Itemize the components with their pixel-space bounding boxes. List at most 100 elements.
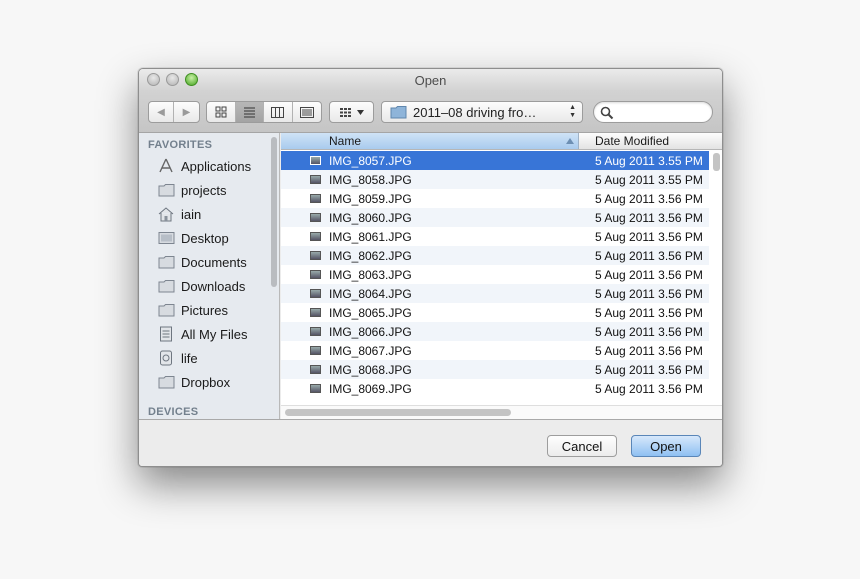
coverflow-view-button[interactable] — [293, 102, 321, 122]
image-file-icon — [310, 251, 321, 260]
sidebar-item-label: Downloads — [181, 278, 246, 294]
sidebar-item-life[interactable]: life — [157, 347, 198, 369]
sidebar-item-dropbox[interactable]: Dropbox — [157, 371, 230, 393]
file-row[interactable]: IMG_8058.JPG 5 Aug 2011 3.55 PM — [281, 170, 709, 189]
location-label: 2011–08 driving fro… — [413, 104, 537, 120]
sidebar-item-label: Pictures — [181, 302, 228, 318]
image-file-icon — [310, 384, 321, 393]
open-button[interactable]: Open — [631, 435, 701, 457]
sidebar-item-label: Documents — [181, 254, 247, 270]
file-name: IMG_8068.JPG — [329, 363, 412, 377]
sidebar-item-documents[interactable]: Documents — [157, 251, 247, 273]
file-name: IMG_8061.JPG — [329, 230, 412, 244]
column-view-icon — [271, 106, 285, 118]
forward-button[interactable]: ▶ — [174, 102, 199, 122]
file-row[interactable]: IMG_8066.JPG 5 Aug 2011 3.56 PM — [281, 322, 709, 341]
file-row[interactable]: IMG_8067.JPG 5 Aug 2011 3.56 PM — [281, 341, 709, 360]
file-row[interactable]: IMG_8063.JPG 5 Aug 2011 3.56 PM — [281, 265, 709, 284]
image-file-icon — [310, 213, 321, 222]
archive-icon — [157, 350, 175, 366]
file-name: IMG_8062.JPG — [329, 249, 412, 263]
sidebar-item-label: All My Files — [181, 326, 248, 342]
sort-ascending-icon — [566, 138, 574, 144]
file-list-vertical-scrollbar[interactable] — [713, 153, 720, 171]
file-date-modified: 5 Aug 2011 3.56 PM — [595, 192, 703, 206]
sidebar-item-desktop[interactable]: Desktop — [157, 227, 229, 249]
date-column-label: Date Modified — [595, 134, 670, 148]
sidebar-item-label: iain — [181, 206, 202, 222]
sidebar-item-all-my-files[interactable]: All My Files — [157, 323, 247, 345]
file-date-modified: 5 Aug 2011 3.56 PM — [595, 382, 703, 396]
list-view-button[interactable] — [235, 102, 264, 122]
file-row[interactable]: IMG_8060.JPG 5 Aug 2011 3.56 PM — [281, 208, 709, 227]
sidebar-item-downloads[interactable]: Downloads — [157, 275, 245, 297]
sidebar-scrollbar[interactable] — [271, 137, 277, 287]
sidebar-item-projects[interactable]: projects — [157, 179, 227, 201]
sidebar-item-label: Applications — [181, 158, 252, 174]
popup-arrows-icon: ▲ ▼ — [569, 104, 576, 119]
file-date-modified: 5 Aug 2011 3.56 PM — [595, 363, 703, 377]
image-file-icon — [310, 175, 321, 184]
file-name: IMG_8065.JPG — [329, 306, 412, 320]
image-file-icon — [310, 270, 321, 279]
desktop-icon — [157, 230, 175, 246]
sidebar-item-label: Desktop — [181, 230, 229, 246]
sidebar-item-applications[interactable]: Applications — [157, 155, 251, 177]
coverflow-view-icon — [299, 106, 314, 118]
chevron-down-icon — [356, 109, 364, 115]
back-arrow-icon: ◀ — [157, 106, 165, 118]
file-date-modified: 5 Aug 2011 3.56 PM — [595, 306, 703, 320]
list-view-icon — [243, 107, 255, 118]
file-date-modified: 5 Aug 2011 3.56 PM — [595, 211, 703, 225]
sidebar-item-pictures[interactable]: Pictures — [157, 299, 228, 321]
icon-view-button[interactable] — [207, 102, 236, 122]
file-list-horizontal-scroll-track — [281, 405, 722, 419]
toolbar: ◀ ▶ 2011–08 driving fro… ▲ ▼ — [139, 91, 722, 133]
forward-arrow-icon: ▶ — [182, 106, 191, 118]
search-field[interactable] — [593, 101, 713, 123]
file-name: IMG_8060.JPG — [329, 211, 412, 225]
file-date-modified: 5 Aug 2011 3.56 PM — [595, 230, 703, 244]
file-row[interactable]: IMG_8057.JPG 5 Aug 2011 3.55 PM — [281, 151, 709, 170]
file-name: IMG_8057.JPG — [329, 154, 412, 168]
file-row[interactable]: IMG_8065.JPG 5 Aug 2011 3.56 PM — [281, 303, 709, 322]
column-view-button[interactable] — [264, 102, 293, 122]
file-row[interactable]: IMG_8068.JPG 5 Aug 2011 3.56 PM — [281, 360, 709, 379]
file-date-modified: 5 Aug 2011 3.56 PM — [595, 287, 703, 301]
file-name: IMG_8063.JPG — [329, 268, 412, 282]
home-icon — [157, 206, 175, 222]
file-row[interactable]: IMG_8064.JPG 5 Aug 2011 3.56 PM — [281, 284, 709, 303]
name-column-label: Name — [329, 134, 362, 148]
applications-icon — [157, 158, 175, 174]
arrange-by-button[interactable] — [329, 101, 374, 123]
file-row[interactable]: IMG_8069.JPG 5 Aug 2011 3.56 PM — [281, 379, 709, 398]
file-list-horizontal-scrollbar[interactable] — [285, 409, 511, 416]
image-file-icon — [310, 232, 321, 241]
file-row[interactable]: IMG_8062.JPG 5 Aug 2011 3.56 PM — [281, 246, 709, 265]
file-date-modified: 5 Aug 2011 3.55 PM — [595, 173, 703, 187]
file-date-modified: 5 Aug 2011 3.56 PM — [595, 249, 703, 263]
back-forward-control: ◀ ▶ — [148, 101, 200, 123]
file-row[interactable]: IMG_8059.JPG 5 Aug 2011 3.56 PM — [281, 189, 709, 208]
folder-icon — [390, 106, 407, 119]
folder-icon — [157, 182, 175, 198]
sidebar-item-iain[interactable]: iain — [157, 203, 201, 225]
file-date-modified: 5 Aug 2011 3.56 PM — [595, 344, 703, 358]
file-row[interactable]: IMG_8061.JPG 5 Aug 2011 3.56 PM — [281, 227, 709, 246]
file-date-modified: 5 Aug 2011 3.56 PM — [595, 268, 703, 282]
file-name: IMG_8067.JPG — [329, 344, 412, 358]
file-date-modified: 5 Aug 2011 3.56 PM — [595, 325, 703, 339]
location-popup[interactable]: 2011–08 driving fro… ▲ ▼ — [381, 101, 583, 123]
column-header-row: Name Date Modified — [281, 133, 722, 150]
image-file-icon — [310, 327, 321, 336]
dialog-button-bar: Cancel Open — [139, 419, 722, 466]
date-modified-column-header[interactable]: Date Modified — [595, 133, 722, 149]
back-button[interactable]: ◀ — [149, 102, 175, 122]
name-column-header[interactable]: Name — [281, 133, 579, 149]
image-file-icon — [310, 156, 321, 165]
file-name: IMG_8058.JPG — [329, 173, 412, 187]
cancel-button[interactable]: Cancel — [547, 435, 617, 457]
image-file-icon — [310, 289, 321, 298]
sidebar: FAVORITES Applications projects iain Des… — [139, 133, 280, 419]
image-file-icon — [310, 194, 321, 203]
